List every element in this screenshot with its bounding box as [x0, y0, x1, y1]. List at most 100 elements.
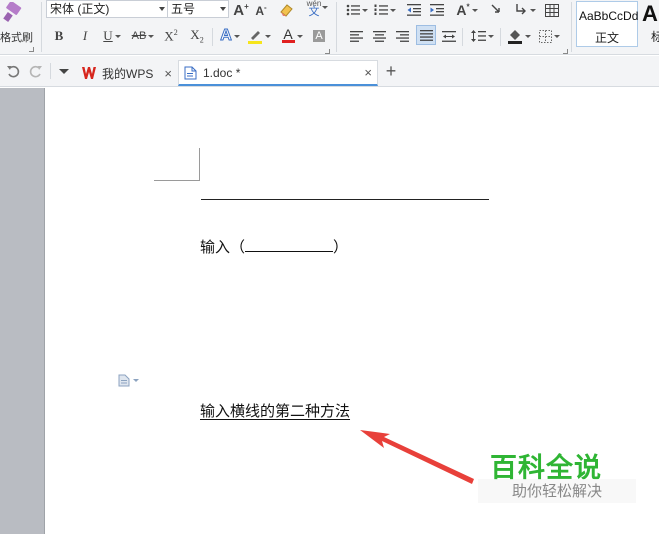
highlighter-icon — [248, 31, 262, 44]
chevron-down-icon — [390, 8, 396, 12]
font-color-icon: A — [281, 26, 295, 43]
italic-button[interactable]: I — [78, 26, 92, 46]
page-margin-mark — [154, 148, 200, 181]
tab-my-wps[interactable]: 我的WPS × — [78, 60, 175, 86]
divider — [336, 2, 337, 52]
eraser-icon — [280, 4, 293, 17]
font-size-select[interactable]: 五号 — [167, 0, 229, 18]
numbered-list-icon — [374, 4, 388, 15]
style-heading[interactable]: A 标 — [641, 1, 659, 47]
numbered-list-button[interactable] — [372, 0, 398, 20]
line-spacing-button[interactable] — [468, 26, 496, 46]
new-tab-button[interactable]: + — [382, 61, 400, 81]
shrink-font-button[interactable]: A- — [253, 0, 269, 20]
tab-list-dropdown[interactable] — [56, 61, 72, 81]
style-normal[interactable]: AaBbCcDd 正文 — [576, 1, 638, 47]
chevron-down-icon — [530, 8, 536, 12]
borders-button[interactable] — [536, 26, 562, 46]
show-marks-button[interactable] — [488, 0, 504, 20]
format-painter-icon — [3, 2, 22, 22]
subscript-button[interactable]: X2 — [188, 26, 206, 46]
chevron-down-icon — [59, 68, 69, 74]
chevron-down-icon — [487, 34, 494, 38]
font-name-select[interactable]: 宋体 (正文) — [46, 0, 168, 18]
underline-button[interactable]: U — [100, 26, 124, 46]
justify-button[interactable] — [416, 25, 436, 45]
border-icon — [538, 29, 552, 43]
superscript-button[interactable]: X2 — [162, 26, 180, 46]
font-size-value: 五号 — [171, 2, 196, 16]
watermark-subtitle: 助你轻松解决 — [478, 479, 636, 503]
paragraph-mark-icon — [491, 4, 500, 13]
close-icon[interactable]: × — [164, 66, 172, 81]
divider — [500, 28, 501, 46]
distributed-align-button[interactable] — [440, 26, 458, 46]
clear-format-button[interactable] — [277, 0, 295, 20]
font-group-launcher[interactable] — [325, 49, 330, 54]
chevron-down-icon — [553, 34, 560, 38]
increase-indent-button[interactable] — [429, 0, 445, 20]
shading-button[interactable] — [505, 26, 533, 46]
text-effect-button[interactable]: A — [217, 26, 243, 46]
paragraph-group-launcher[interactable] — [563, 49, 568, 54]
paragraph-options-button[interactable] — [118, 374, 139, 387]
doc-heading: 输入横线的第二种方法 — [200, 402, 351, 420]
left-margin-gutter — [0, 88, 45, 534]
style-sample: A — [642, 1, 658, 26]
align-right-icon — [395, 30, 409, 42]
highlight-button[interactable] — [245, 26, 273, 46]
pinyin-guide-button[interactable]: wén 文 — [300, 0, 328, 18]
chevron-down-icon — [525, 34, 531, 38]
divider — [41, 2, 42, 52]
underline-icon: U — [103, 28, 113, 43]
doc-text-start: 输入（ — [200, 238, 246, 256]
justify-icon — [419, 29, 433, 41]
char-shading-icon: A — [313, 30, 325, 42]
chevron-down-icon — [220, 7, 226, 11]
align-center-button[interactable] — [371, 26, 387, 46]
grow-font-button[interactable]: A+ — [233, 0, 249, 20]
align-left-button[interactable] — [348, 26, 364, 46]
document-page[interactable]: 输入（） 输入横线的第二种方法 百科全说 助你轻松解决 — [46, 88, 659, 534]
pinyin-icon: wén 文 — [306, 0, 322, 18]
decrease-indent-icon — [407, 4, 421, 16]
grow-font-icon: A+ — [233, 1, 249, 19]
superscript-icon: X2 — [164, 27, 178, 44]
ribbon: 格式刷 宋体 (正文) 五号 A+ A- wén 文 B I U AB X2 X… — [0, 0, 659, 55]
align-right-button[interactable] — [394, 26, 410, 46]
subscript-icon: X2 — [190, 27, 204, 45]
redo-button[interactable] — [27, 61, 45, 81]
doc-text-end: ） — [333, 238, 349, 256]
align-center-icon — [372, 30, 386, 42]
undo-icon — [7, 65, 20, 78]
text-case-icon: A* — [456, 2, 470, 18]
decrease-indent-button[interactable] — [406, 0, 422, 20]
tab-document[interactable]: 1.doc * × — [178, 60, 378, 86]
style-name: 正文 — [594, 31, 619, 45]
divider — [571, 2, 572, 52]
bold-button[interactable]: B — [52, 26, 66, 46]
line-spacing-icon — [470, 30, 486, 42]
align-left-icon — [349, 30, 363, 42]
font-color-button[interactable]: A — [278, 26, 306, 46]
italic-icon: I — [82, 28, 88, 43]
close-icon[interactable]: × — [364, 65, 372, 80]
distributed-align-icon — [442, 30, 456, 42]
table-button[interactable] — [543, 0, 561, 20]
chevron-down-icon — [265, 34, 271, 38]
bullet-list-icon — [346, 4, 360, 16]
bullet-list-button[interactable] — [344, 0, 370, 20]
strikethrough-button[interactable]: AB — [129, 26, 157, 46]
redo-icon — [29, 65, 42, 78]
chevron-down-icon — [148, 34, 155, 38]
line-break-icon — [516, 4, 526, 15]
undo-button[interactable] — [4, 61, 22, 81]
text-case-button[interactable]: A* — [452, 0, 482, 20]
wps-logo-icon — [82, 67, 96, 79]
chevron-down-icon — [322, 6, 328, 9]
clipboard-group-launcher[interactable] — [29, 47, 34, 52]
char-shading-button[interactable]: A — [310, 26, 328, 46]
annotation-arrow-icon — [360, 430, 474, 484]
line-break-button[interactable] — [512, 0, 538, 20]
tab-label: 1.doc * — [203, 65, 241, 80]
